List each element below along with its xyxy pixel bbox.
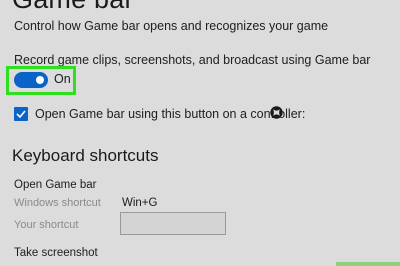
your-shortcut-input[interactable] [120,212,226,235]
open-game-bar-title: Open Game bar [14,179,97,191]
toggle-state-label: On [54,72,71,86]
your-shortcut-label: Your shortcut [14,219,79,231]
controller-checkbox-label: Open Game bar using this button on a con… [35,107,306,121]
record-setting-label: Record game clips, screenshots, and broa… [14,53,371,67]
take-screenshot-title: Take screenshot [14,247,98,259]
page-description: Control how Game bar opens and recognize… [14,19,329,33]
checkmark-icon [16,110,26,119]
keyboard-shortcuts-heading: Keyboard shortcuts [12,146,159,165]
windows-shortcut-value: Win+G [122,197,158,209]
xbox-icon [270,106,283,119]
windows-shortcut-label: Windows shortcut [14,197,101,209]
record-toggle-switch[interactable] [14,72,48,88]
toggle-knob [36,76,44,84]
controller-checkbox[interactable] [14,107,28,121]
corner-accent [336,262,400,266]
page-title: Game bar [12,0,134,15]
